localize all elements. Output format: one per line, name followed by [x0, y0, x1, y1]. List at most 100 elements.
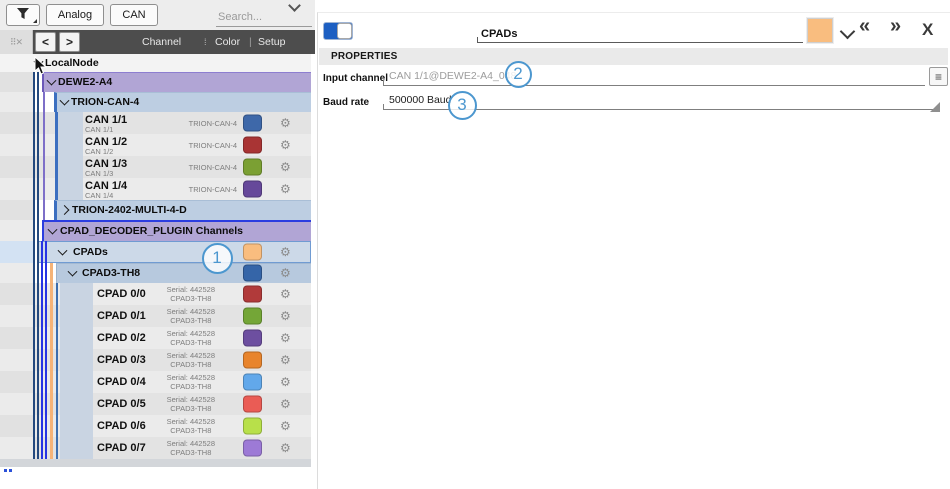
tree-row-can-1-3[interactable]: CAN 1/3CAN 1/3TRION-CAN-4⚙: [0, 156, 315, 178]
indent-band: [58, 112, 83, 134]
indent-guide: [55, 112, 58, 200]
tree-row-trion-can-4[interactable]: TRION-CAN-4: [0, 92, 315, 112]
tree-row-cpad-0-4[interactable]: CPAD 0/4Serial: 442528CPAD3-TH8⚙: [0, 371, 315, 393]
color-swatch[interactable]: [243, 440, 262, 457]
channel-name-label: CAN 1/1: [85, 114, 127, 126]
chevron-down-icon[interactable]: [840, 24, 856, 40]
channel-meta-label: Serial: 442528CPAD3-TH8: [167, 351, 215, 369]
tree-row-cpads[interactable]: CPADs⚙: [0, 241, 315, 263]
gear-icon[interactable]: ⚙: [280, 376, 291, 388]
tree-row-cpad-0-5[interactable]: CPAD 0/5Serial: 442528CPAD3-TH8⚙: [0, 393, 315, 415]
channel-name-label: CAN 1/4: [85, 180, 127, 192]
indent-band: [60, 349, 93, 371]
indent-guide: [41, 241, 43, 459]
color-swatch[interactable]: [243, 265, 262, 282]
indent-guide: [43, 92, 45, 220]
column-header-setup[interactable]: Setup: [258, 30, 285, 54]
color-swatch[interactable]: [243, 286, 262, 303]
search-input[interactable]: [216, 7, 312, 27]
indent-band: [60, 393, 93, 415]
panel-bottom-strip: [0, 459, 311, 467]
channel-name-label: CPAD 0/1: [97, 310, 146, 322]
tree-row-dewe2-a4[interactable]: DEWE2-A4: [0, 72, 315, 92]
can-filter-button[interactable]: CAN: [110, 4, 158, 26]
nav-back-button[interactable]: <: [35, 32, 56, 52]
channel-enable-toggle[interactable]: [323, 22, 353, 40]
gear-icon[interactable]: ⚙: [280, 139, 291, 151]
gear-icon[interactable]: ⚙: [280, 398, 291, 410]
tree-row-cpad3-th8[interactable]: CPAD3-TH8⚙: [0, 263, 315, 283]
column-header-channel[interactable]: Channel: [142, 30, 181, 54]
row-gutter: [0, 112, 33, 134]
previous-channel-button[interactable]: «: [859, 15, 870, 38]
tree-row-can-1-4[interactable]: CAN 1/4CAN 1/4TRION-CAN-4⚙: [0, 178, 315, 200]
channel-name-label: CPAD 0/7: [97, 442, 146, 454]
color-swatch[interactable]: [243, 244, 262, 261]
gear-icon[interactable]: ⚙: [280, 267, 291, 279]
tree-row-can-1-2[interactable]: CAN 1/2CAN 1/2TRION-CAN-4⚙: [0, 134, 315, 156]
gear-icon[interactable]: ⚙: [280, 161, 291, 173]
gear-icon[interactable]: ⚙: [280, 288, 291, 300]
channel-picker-button[interactable]: ≡: [929, 67, 948, 86]
annotation-circle: 1: [202, 243, 233, 274]
tree-row-cpad-0-1[interactable]: CPAD 0/1 Serial: 442528CPAD3-TH8 ⚙: [0, 305, 315, 327]
color-swatch[interactable]: [243, 308, 262, 325]
channel-meta-label: Serial: 442528CPAD3-TH8: [167, 307, 215, 325]
tree-row-cpad-0-0[interactable]: CPAD 0/0Serial: 442528CPAD3-TH8⚙: [0, 283, 315, 305]
funnel-icon: [16, 7, 30, 23]
nav-forward-button[interactable]: >: [59, 32, 80, 52]
color-swatch[interactable]: [243, 159, 262, 176]
color-swatch[interactable]: [243, 396, 262, 413]
channel-meta-label: TRION-CAN-4: [189, 141, 237, 150]
color-swatch[interactable]: [243, 418, 262, 435]
gear-icon[interactable]: ⚙: [280, 183, 291, 195]
channel-name-label: CPAD 0/4: [97, 376, 146, 388]
channel-name-input[interactable]: CPADs: [477, 24, 803, 43]
color-swatch[interactable]: [243, 115, 262, 132]
baud-rate-label: Baud rate: [323, 97, 369, 108]
indent-band: [60, 327, 93, 349]
tree-row-cpad-0-2[interactable]: CPAD 0/2Serial: 442528CPAD3-TH8⚙: [0, 327, 315, 349]
color-swatch[interactable]: [243, 181, 262, 198]
next-channel-button[interactable]: »: [890, 15, 901, 38]
row-gutter: [0, 371, 33, 393]
channel-color-swatch[interactable]: [807, 18, 833, 43]
gear-icon[interactable]: ⚙: [280, 420, 291, 432]
gear-icon[interactable]: ⚙: [280, 354, 291, 366]
dropdown-grip-icon[interactable]: [930, 102, 940, 112]
channel-sub-label: CAN 1/4: [85, 191, 113, 200]
input-channel-field[interactable]: CAN 1/1@DEWE2-A4_048: [383, 67, 925, 86]
analog-filter-button[interactable]: Analog: [46, 4, 104, 26]
gear-icon[interactable]: ⚙: [280, 310, 291, 322]
close-icon[interactable]: X: [922, 20, 933, 40]
gear-icon[interactable]: ⚙: [280, 117, 291, 129]
color-swatch[interactable]: [243, 330, 262, 347]
row-gutter: [0, 72, 33, 92]
indent-guide: [50, 263, 53, 459]
tree-row-cpad-decoder-plugin-channels[interactable]: CPAD_DECODER_PLUGIN Channels: [0, 220, 315, 241]
tree-row-label: LocalNode: [45, 57, 99, 69]
channel-toolbar: Analog CAN: [0, 0, 315, 31]
color-swatch[interactable]: [243, 137, 262, 154]
tree-row-trion-2402-multi-4-d[interactable]: TRION-2402-MULTI-4-D: [0, 200, 315, 220]
filter-button[interactable]: [6, 4, 40, 26]
channel-meta-label: TRION-CAN-4: [189, 119, 237, 128]
channel-meta-label: Serial: 442528CPAD3-TH8: [167, 417, 215, 435]
column-divider: ⁞: [204, 30, 207, 54]
row-gutter: [0, 92, 33, 112]
color-swatch[interactable]: [243, 352, 262, 369]
column-header-color[interactable]: Color: [215, 30, 240, 54]
gear-icon[interactable]: ⚙: [280, 332, 291, 344]
row-gutter: [0, 156, 33, 178]
gear-icon[interactable]: ⚙: [280, 442, 291, 454]
row-gutter: [0, 327, 33, 349]
tree-row-cpad-0-7[interactable]: CPAD 0/7Serial: 442528CPAD3-TH8⚙: [0, 437, 315, 459]
tree-row-can-1-1[interactable]: CAN 1/1CAN 1/1TRION-CAN-4⚙: [0, 112, 315, 134]
tree-row-cpad-0-3[interactable]: CPAD 0/3Serial: 442528CPAD3-TH8⚙: [0, 349, 315, 371]
row-gutter: [0, 415, 33, 437]
color-swatch[interactable]: [243, 374, 262, 391]
tree-row-localnode[interactable]: LocalNode: [0, 54, 315, 72]
gear-icon[interactable]: ⚙: [280, 246, 291, 258]
indent-band: [58, 178, 83, 200]
tree-row-cpad-0-6[interactable]: CPAD 0/6Serial: 442528CPAD3-TH8⚙: [0, 415, 315, 437]
